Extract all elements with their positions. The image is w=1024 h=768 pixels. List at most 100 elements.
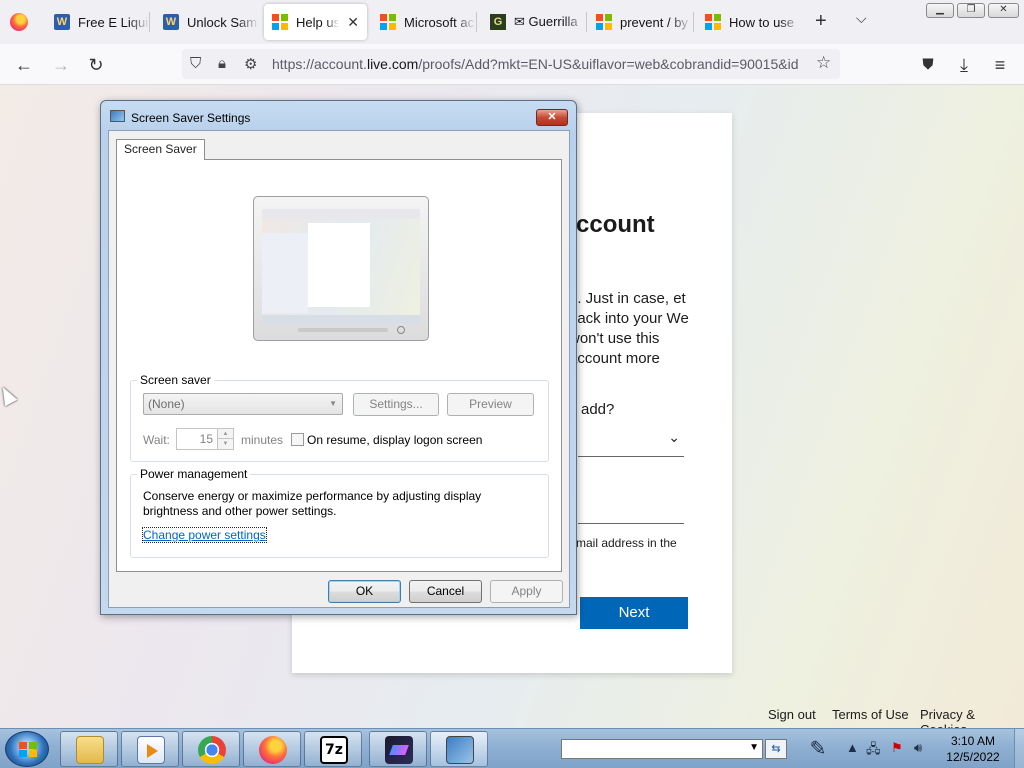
- system-clock[interactable]: 3:10 AM 12/5/2022: [938, 733, 1008, 765]
- lock-icon[interactable]: 🔒︎: [218, 55, 226, 72]
- screen-saver-value: (None): [148, 397, 185, 411]
- tab-separator: [149, 12, 150, 32]
- tab-free-e-liquid[interactable]: W Free E Liqui: [46, 4, 158, 40]
- url-bar[interactable]: ⛉ 🔒︎ ⚙︎ https://account.live.com/proofs/…: [182, 49, 840, 79]
- new-tab-button[interactable]: +: [815, 10, 827, 33]
- back-button[interactable]: ←: [11, 52, 37, 78]
- volume-icon[interactable]: 🔊︎: [914, 740, 922, 756]
- go-button[interactable]: ⇆: [765, 739, 787, 759]
- pocket-icon[interactable]: ⛊: [915, 52, 941, 78]
- terms-link[interactable]: Terms of Use: [832, 707, 909, 722]
- screen-saver-group: Screen saver (None) ▼ Settings... Previe…: [130, 373, 549, 462]
- wordpress-icon: W: [54, 14, 70, 30]
- proof-type-select[interactable]: ⌄: [578, 421, 684, 457]
- tab-guerrilla-mail[interactable]: G ✉ Guerrilla: [482, 4, 594, 40]
- pen-input-icon[interactable]: ✎: [802, 734, 834, 764]
- 7zip-icon: 7z: [320, 736, 348, 764]
- close-window-button[interactable]: ✕: [988, 3, 1019, 18]
- address-toolbar-input[interactable]: ▼: [561, 739, 763, 759]
- privacy-link[interactable]: Privacy & Cookies: [920, 707, 1024, 728]
- tab-separator: [476, 12, 477, 32]
- start-button[interactable]: [5, 731, 49, 767]
- preview-page: [262, 219, 420, 315]
- shield-icon[interactable]: ⛉: [190, 55, 201, 72]
- reload-button[interactable]: ↻: [83, 52, 109, 78]
- preview-screen: [262, 209, 420, 324]
- taskbar-firefox[interactable]: [243, 731, 301, 767]
- minutes-label: minutes: [241, 433, 284, 447]
- firefox-menu-icon[interactable]: [10, 13, 28, 31]
- tab-separator: [693, 12, 694, 32]
- clock-date: 12/5/2022: [946, 750, 1000, 764]
- apply-button[interactable]: Apply: [490, 580, 563, 603]
- increment-icon[interactable]: ▲: [217, 429, 233, 439]
- screen-saver-group-label: Screen saver: [137, 373, 214, 387]
- bookmark-star-icon[interactable]: ☆: [816, 53, 831, 73]
- microsoft-icon: [272, 14, 288, 30]
- settings-button[interactable]: Settings...: [353, 393, 439, 416]
- next-button[interactable]: Next: [580, 597, 688, 629]
- page-description: n. Just in case, et back into your We wo…: [569, 290, 689, 367]
- display-icon: [446, 736, 474, 764]
- logon-screen-checkbox[interactable]: [291, 433, 304, 446]
- taskbar-screen-saver[interactable]: [430, 731, 488, 767]
- downloads-icon[interactable]: ⤓: [951, 52, 977, 78]
- taskbar-7zip[interactable]: 7z: [304, 731, 362, 767]
- taskbar-chrome[interactable]: [182, 731, 240, 767]
- network-icon[interactable]: 🖧︎: [866, 740, 881, 762]
- minimize-button[interactable]: ▁: [926, 3, 954, 18]
- sign-out-link[interactable]: Sign out: [768, 707, 816, 722]
- folder-icon: [76, 736, 104, 764]
- wait-minutes-stepper[interactable]: 15 ▲ ▼: [176, 428, 234, 450]
- wait-value: 15: [199, 432, 213, 446]
- power-management-group: Power management Conserve energy or maxi…: [130, 467, 549, 558]
- ok-button[interactable]: OK: [328, 580, 401, 603]
- preview-dialog: [262, 233, 308, 313]
- action-center-icon[interactable]: ⚑: [891, 740, 903, 756]
- windows-taskbar: 7z ▼ ⇆ ✎ ▲ 🖧︎ ⚑ 🔊︎ 3:10 AM 12/5/2022: [0, 728, 1024, 768]
- preview-button[interactable]: Preview: [447, 393, 534, 416]
- email-input-underline[interactable]: [578, 523, 684, 524]
- decrement-icon[interactable]: ▼: [217, 439, 233, 449]
- change-power-settings-link[interactable]: Change power settings: [142, 527, 267, 543]
- power-description: Conserve energy or maximize performance …: [143, 489, 482, 518]
- tab-separator: [586, 12, 587, 32]
- monitor-stand: [298, 328, 388, 332]
- visual-studio-icon: [385, 736, 413, 764]
- tab-help-us-protect[interactable]: Help us p ✕: [264, 4, 367, 40]
- screen-saver-select[interactable]: (None) ▼: [143, 393, 343, 415]
- microsoft-icon: [380, 14, 396, 30]
- logon-screen-label[interactable]: On resume, display logon screen: [307, 433, 482, 447]
- cancel-button[interactable]: Cancel: [409, 580, 482, 603]
- tab-how-to-use[interactable]: How to use: [697, 4, 809, 40]
- display-icon: [110, 110, 125, 122]
- list-all-tabs-button[interactable]: ⌵: [856, 10, 867, 27]
- tab-screen-saver[interactable]: Screen Saver: [116, 139, 205, 160]
- email-hint: mail address in the: [576, 536, 677, 550]
- forward-button[interactable]: →: [48, 52, 74, 78]
- tab-microsoft-account[interactable]: Microsoft ac: [372, 4, 484, 40]
- url-text[interactable]: https://account.live.com/proofs/Add?mkt=…: [272, 56, 802, 72]
- taskbar-visual-studio[interactable]: [369, 731, 427, 767]
- close-tab-icon[interactable]: ✕: [347, 14, 359, 31]
- chevron-down-icon[interactable]: ▼: [749, 742, 759, 753]
- clock-time: 3:10 AM: [950, 734, 996, 748]
- dialog-close-button[interactable]: ✕: [536, 109, 568, 126]
- firefox-icon: [259, 736, 287, 764]
- navigation-toolbar: ← → ↻ ⛉ 🔒︎ ⚙︎ https://account.live.com/p…: [0, 44, 1024, 85]
- page-heading: ccount: [576, 211, 655, 238]
- taskbar-media-player[interactable]: [121, 731, 179, 767]
- show-desktop-button[interactable]: [1014, 729, 1024, 768]
- screen-saver-dialog: Screen Saver Settings ✕ Screen Saver Scr…: [100, 100, 577, 615]
- show-hidden-icons[interactable]: ▲: [846, 740, 859, 755]
- restore-button[interactable]: ❐: [957, 3, 985, 18]
- menu-icon[interactable]: ≡: [987, 52, 1013, 78]
- power-management-label: Power management: [137, 467, 251, 481]
- tab-panel: Screen saver (None) ▼ Settings... Previe…: [116, 159, 562, 572]
- permissions-icon[interactable]: ⚙︎: [244, 55, 257, 73]
- microsoft-icon: [705, 14, 721, 30]
- taskbar-explorer[interactable]: [60, 731, 118, 767]
- tab-unlock-samsung[interactable]: W Unlock Sam: [155, 4, 267, 40]
- preview-taskbar: [262, 315, 420, 324]
- tab-prevent[interactable]: prevent / by: [588, 4, 700, 40]
